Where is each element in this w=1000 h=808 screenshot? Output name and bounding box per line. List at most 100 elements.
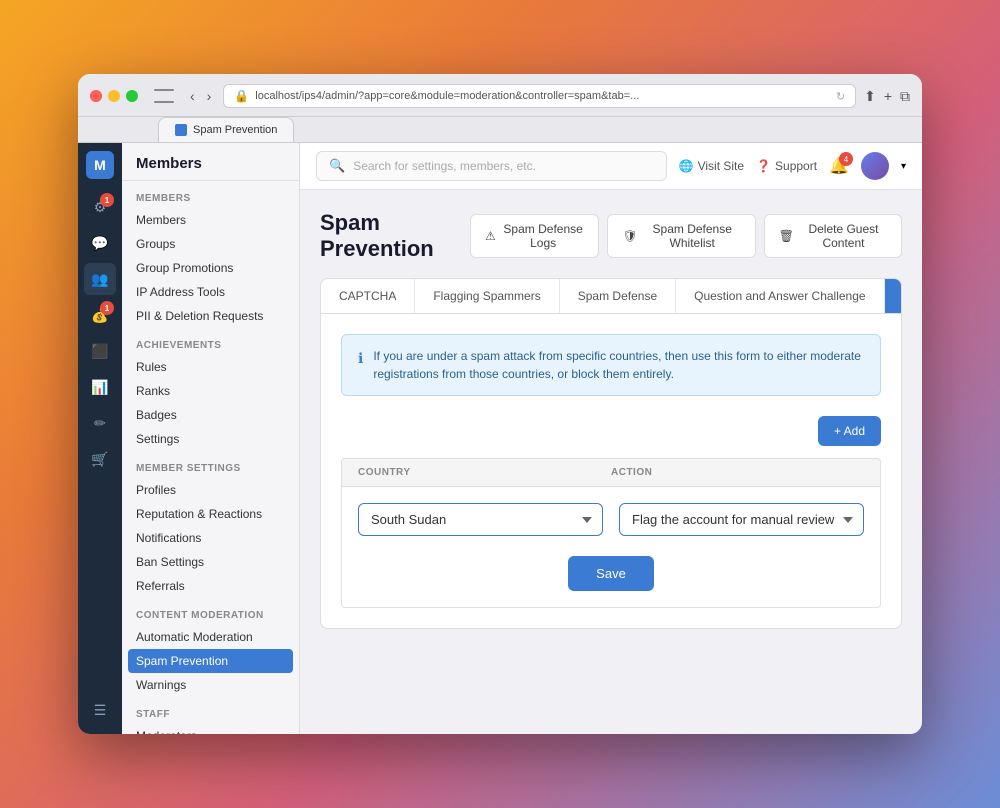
url-text: localhost/ips4/admin/?app=core&module=mo…: [255, 90, 830, 102]
apps-icon: ⬛: [91, 343, 108, 360]
question-icon: ❓: [756, 159, 771, 173]
tab-spam-defense[interactable]: Spam Defense: [560, 279, 676, 313]
sidebar-icon-apps[interactable]: ⬛: [84, 335, 116, 367]
country-column-header: COUNTRY: [358, 467, 611, 478]
icon-sidebar: M ⚙ 1 💬 👥 💰 1 ⬛ 📊 ✏: [78, 143, 122, 734]
table-row: South Sudan Afghanistan Albania Algeria …: [358, 503, 864, 536]
sidebar-item-rules[interactable]: Rules: [122, 355, 299, 379]
browser-chrome: ‹ › 🔒 localhost/ips4/admin/?app=core&mod…: [78, 74, 922, 117]
search-box[interactable]: 🔍 Search for settings, members, etc.: [316, 151, 667, 181]
sidebar-item-automatic-moderation[interactable]: Automatic Moderation: [122, 625, 299, 649]
tab-title: Spam Prevention: [193, 124, 277, 136]
content-panel: ℹ If you are under a spam attack from sp…: [320, 314, 902, 629]
sidebar-item-badges[interactable]: Badges: [122, 403, 299, 427]
tab-flagging-spammers[interactable]: Flagging Spammers: [415, 279, 559, 313]
support-button[interactable]: ❓ Support: [756, 159, 817, 173]
trash-icon: 🗑: [779, 229, 794, 243]
refresh-icon[interactable]: ↻: [836, 90, 845, 103]
sidebar-item-groups[interactable]: Groups: [122, 232, 299, 256]
warning-icon: ⚠: [485, 229, 496, 243]
nav-sidebar: Members MEMBERS Members Groups Group Pro…: [122, 143, 300, 734]
search-icon: 🔍: [329, 158, 345, 174]
traffic-lights: [90, 90, 138, 102]
sidebar-item-warnings[interactable]: Warnings: [122, 673, 299, 697]
tabs-bar: CAPTCHA Flagging Spammers Spam Defense Q…: [320, 278, 902, 314]
forward-button[interactable]: ›: [203, 86, 216, 106]
minimize-button[interactable]: [108, 90, 120, 102]
active-browser-tab[interactable]: Spam Prevention: [158, 117, 294, 142]
store-icon: 🛒: [91, 451, 108, 468]
sidebar-icon-chart[interactable]: 📊: [84, 371, 116, 403]
tab-question-answer[interactable]: Question and Answer Challenge: [676, 279, 884, 313]
top-bar-actions: 🌐 Visit Site ❓ Support 🔔 4 ▾: [679, 152, 906, 180]
money-badge: 1: [100, 301, 114, 315]
sidebar-icon-store[interactable]: 🛒: [84, 443, 116, 475]
settings-badge: 1: [100, 193, 114, 207]
chevron-down-icon[interactable]: ▾: [901, 161, 906, 172]
sidebar-item-notifications[interactable]: Notifications: [122, 526, 299, 550]
sidebar-icon-edit[interactable]: ✏: [84, 407, 116, 439]
sidebar-item-ip-address-tools[interactable]: IP Address Tools: [122, 280, 299, 304]
avatar[interactable]: [861, 152, 889, 180]
page-title-row: Spam Prevention ⚠ Spam Defense Logs 🛡 Sp…: [320, 210, 902, 262]
action-column-header: ACTION: [611, 467, 864, 478]
section-label-staff: STAFF: [122, 697, 299, 724]
nav-arrows: ‹ ›: [186, 86, 215, 106]
sidebar-icon-money[interactable]: 💰 1: [84, 299, 116, 331]
notification-button[interactable]: 🔔 4: [829, 156, 849, 176]
back-button[interactable]: ‹: [186, 86, 199, 106]
close-button[interactable]: [90, 90, 102, 102]
info-banner-text: If you are under a spam attack from spec…: [373, 347, 864, 383]
tab-captcha[interactable]: CAPTCHA: [321, 279, 415, 313]
visit-site-button[interactable]: 🌐 Visit Site: [679, 159, 744, 173]
app-logo[interactable]: M: [86, 151, 114, 179]
info-icon: ℹ: [358, 348, 363, 369]
sidebar-item-settings[interactable]: Settings: [122, 427, 299, 451]
sidebar-icon-settings[interactable]: ⚙ 1: [84, 191, 116, 223]
section-label-achievements: ACHIEVEMENTS: [122, 328, 299, 355]
spam-defense-whitelist-button[interactable]: 🛡 Spam Defense Whitelist: [607, 214, 755, 258]
sidebar-item-spam-prevention[interactable]: Spam Prevention: [128, 649, 293, 673]
sidebar-icon-chat[interactable]: 💬: [84, 227, 116, 259]
edit-icon: ✏: [94, 415, 106, 432]
users-icon: 👥: [91, 271, 108, 288]
sidebar-item-moderators[interactable]: Moderators: [122, 724, 299, 734]
info-banner: ℹ If you are under a spam attack from sp…: [341, 334, 881, 396]
tab-geolocation-settings[interactable]: GeoLocation Settings: [885, 279, 902, 313]
country-select[interactable]: South Sudan Afghanistan Albania Algeria …: [358, 503, 603, 536]
sidebar-icon-menu[interactable]: ☰: [84, 694, 116, 726]
sidebar-item-ranks[interactable]: Ranks: [122, 379, 299, 403]
spam-defense-logs-button[interactable]: ⚠ Spam Defense Logs: [470, 214, 599, 258]
action-select[interactable]: Flag the account for manual review Block…: [619, 503, 864, 536]
page-body: Spam Prevention ⚠ Spam Defense Logs 🛡 Sp…: [300, 190, 922, 734]
form-header-row: + Add: [341, 416, 881, 446]
new-tab-icon[interactable]: +: [884, 88, 892, 104]
sidebar-item-reputation[interactable]: Reputation & Reactions: [122, 502, 299, 526]
sidebar-toggle-icon[interactable]: [154, 89, 174, 103]
page-title: Spam Prevention: [320, 210, 470, 262]
maximize-button[interactable]: [126, 90, 138, 102]
tab-bar: Spam Prevention: [78, 117, 922, 143]
section-label-member-settings: MEMBER SETTINGS: [122, 451, 299, 478]
add-button[interactable]: + Add: [818, 416, 881, 446]
notification-badge: 4: [839, 152, 853, 166]
share-icon[interactable]: ⬆: [864, 88, 876, 105]
sidebar-item-ban-settings[interactable]: Ban Settings: [122, 550, 299, 574]
sidebar-icon-users[interactable]: 👥: [84, 263, 116, 295]
sidebar-item-profiles[interactable]: Profiles: [122, 478, 299, 502]
sidebar-item-group-promotions[interactable]: Group Promotions: [122, 256, 299, 280]
chat-icon: 💬: [91, 235, 108, 252]
save-button[interactable]: Save: [568, 556, 654, 591]
delete-guest-content-button[interactable]: 🗑 Delete Guest Content: [764, 214, 902, 258]
sidebar-item-members[interactable]: Members: [122, 208, 299, 232]
browser-window: ‹ › 🔒 localhost/ips4/admin/?app=core&mod…: [78, 74, 922, 734]
sidebar-header: Members: [122, 143, 299, 181]
tabs-overview-icon[interactable]: ⧉: [900, 88, 910, 105]
sidebar-item-pii[interactable]: PII & Deletion Requests: [122, 304, 299, 328]
search-placeholder: Search for settings, members, etc.: [353, 159, 536, 173]
section-label-members: MEMBERS: [122, 181, 299, 208]
sidebar-item-referrals[interactable]: Referrals: [122, 574, 299, 598]
save-row: Save: [358, 556, 864, 591]
lock-icon: 🔒: [234, 89, 249, 103]
url-bar[interactable]: 🔒 localhost/ips4/admin/?app=core&module=…: [223, 84, 856, 108]
